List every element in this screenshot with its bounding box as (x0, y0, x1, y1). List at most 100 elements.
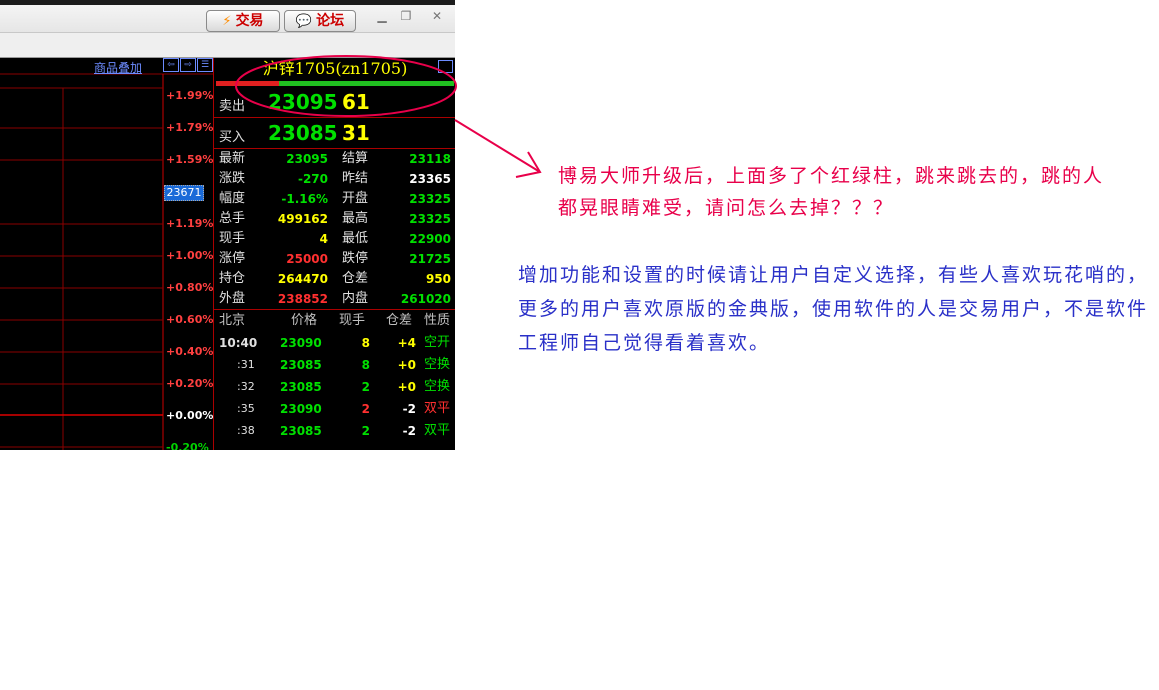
percent-label: +0.60% (166, 313, 214, 326)
quote-label: 昨结 (342, 171, 369, 186)
lightning-icon: ⚡ (222, 14, 232, 29)
close-icon[interactable]: ✕ (427, 9, 447, 24)
tick-nature: 空换 (424, 357, 451, 372)
restore-icon[interactable]: ❐ (396, 9, 416, 24)
quote-label: 结算 (342, 151, 369, 166)
tick-price: 23085 (280, 380, 322, 394)
tick-volume: 2 (361, 402, 370, 416)
tick-col-volume: 现手 (339, 313, 366, 328)
quote-value: 950 (425, 272, 451, 286)
quote-label: 最高 (342, 211, 369, 226)
percent-label: +1.59% (166, 153, 214, 166)
bid-ask-ratio-bar (216, 81, 454, 86)
tick-row: :35 23090 2 -2 双平 (214, 398, 455, 420)
title-bar-edge (0, 0, 455, 5)
bid-volume: 31 (342, 121, 370, 145)
percent-label: +0.00% (166, 409, 214, 422)
maximize-icon[interactable] (438, 60, 453, 73)
tick-volume: 8 (361, 336, 370, 350)
quote-label: 涨停 (219, 251, 246, 266)
separator (214, 117, 455, 118)
contract-title: 沪锌1705(zn1705) (262, 59, 408, 78)
percent-label: +1.99% (166, 89, 214, 102)
tick-nature: 空开 (424, 335, 451, 350)
tick-volume: 2 (361, 380, 370, 394)
quote-value: 25000 (286, 252, 328, 266)
quote-label: 开盘 (342, 191, 369, 206)
trade-button[interactable]: ⚡ 交易 (206, 10, 280, 32)
layout-icon[interactable]: ☰ (197, 58, 213, 72)
quote-label: 持仓 (219, 271, 246, 286)
tick-row: :32 23085 2 +0 空换 (214, 376, 455, 398)
tick-oi: +0 (397, 380, 416, 394)
tick-col-time: 北京 (219, 313, 246, 328)
quote-label: 总手 (219, 211, 246, 226)
quote-label: 现手 (219, 231, 246, 246)
quote-label: 幅度 (219, 191, 246, 206)
percent-label: +1.79% (166, 121, 214, 134)
quote-label: 仓差 (342, 271, 369, 286)
bid-price: 23085 (268, 121, 338, 145)
quote-label: 最低 (342, 231, 369, 246)
tick-volume: 2 (361, 424, 370, 438)
forum-button-label: 论坛 (316, 13, 345, 29)
annotation-arrow-head (515, 151, 542, 178)
trade-button-label: 交易 (235, 13, 264, 29)
quote-row: 最新 23095 结算 23118 (214, 149, 455, 169)
quote-panel: 沪锌1705(zn1705) 卖出 23095 61 买入 23085 31 最… (213, 58, 455, 450)
ask-volume: 61 (342, 90, 370, 114)
tick-price: 23085 (280, 358, 322, 372)
quote-label: 跌停 (342, 251, 369, 266)
quote-value: -270 (297, 172, 328, 186)
arrow-left-icon[interactable]: ⇦ (163, 58, 179, 72)
quote-value: 23118 (409, 152, 451, 166)
quote-row: 幅度 -1.16% 开盘 23325 (214, 189, 455, 209)
ratio-bar-green (279, 81, 454, 86)
quote-row: 总手 499162 最高 23325 (214, 209, 455, 229)
ask-label: 卖出 (219, 99, 246, 114)
tick-nature: 双平 (424, 401, 451, 416)
tick-time: :32 (237, 380, 255, 393)
percent-label: -0.20% (166, 441, 209, 450)
minimize-icon[interactable]: ▁ (372, 9, 392, 24)
forum-button[interactable]: 💬 论坛 (284, 10, 356, 32)
tick-oi: +0 (397, 358, 416, 372)
percent-label: +1.19% (166, 217, 214, 230)
quote-value: 23365 (409, 172, 451, 186)
intraday-chart[interactable]: 商品叠加 ⇦ ⇨ ☰ +1.99% +1.79% +1.59% +1.19% +… (0, 58, 213, 450)
quote-value: 264470 (277, 272, 328, 286)
tick-nature: 双平 (424, 423, 451, 438)
bid-label: 买入 (219, 130, 246, 145)
quote-value: 261020 (400, 292, 451, 306)
quote-value: 238852 (277, 292, 328, 306)
ask-row: 卖出 23095 61 (214, 88, 455, 116)
quote-value: 23325 (409, 212, 451, 226)
percent-label: +1.00% (166, 249, 214, 262)
tick-oi: +4 (397, 336, 416, 350)
quote-row: 涨停 25000 跌停 21725 (214, 249, 455, 269)
tick-volume: 8 (361, 358, 370, 372)
tick-row: :38 23085 2 -2 双平 (214, 420, 455, 442)
quote-row: 现手 4 最低 22900 (214, 229, 455, 249)
tick-col-price: 价格 (291, 313, 318, 328)
percent-label: +0.40% (166, 345, 214, 358)
tick-price: 23085 (280, 424, 322, 438)
current-price-tag: 23671 (164, 185, 204, 201)
quote-label: 内盘 (342, 291, 369, 306)
quote-value: -1.16% (281, 192, 328, 206)
percent-label: +0.80% (166, 281, 214, 294)
quote-value: 23095 (286, 152, 328, 166)
overlay-commodity-link[interactable]: 商品叠加 (94, 59, 142, 76)
quote-row: 涨跌 -270 昨结 23365 (214, 169, 455, 189)
ask-price: 23095 (268, 90, 338, 114)
quote-label: 外盘 (219, 291, 246, 306)
title-bar: ⚡ 交易 💬 论坛 ▁ ❐ ✕ (0, 0, 455, 33)
bid-row: 买入 23085 31 (214, 119, 455, 147)
tick-time: 10:40 (219, 336, 258, 350)
arrow-right-icon[interactable]: ⇨ (180, 58, 196, 72)
tick-nature: 空换 (424, 379, 451, 394)
quote-value: 4 (319, 232, 328, 246)
quote-value: 22900 (409, 232, 451, 246)
trading-app-window: ⚡ 交易 💬 论坛 ▁ ❐ ✕ 商品叠加 ⇦ ⇨ ☰ +1.99% +1.79%… (0, 0, 455, 450)
annotation-arrow-line (454, 119, 541, 173)
